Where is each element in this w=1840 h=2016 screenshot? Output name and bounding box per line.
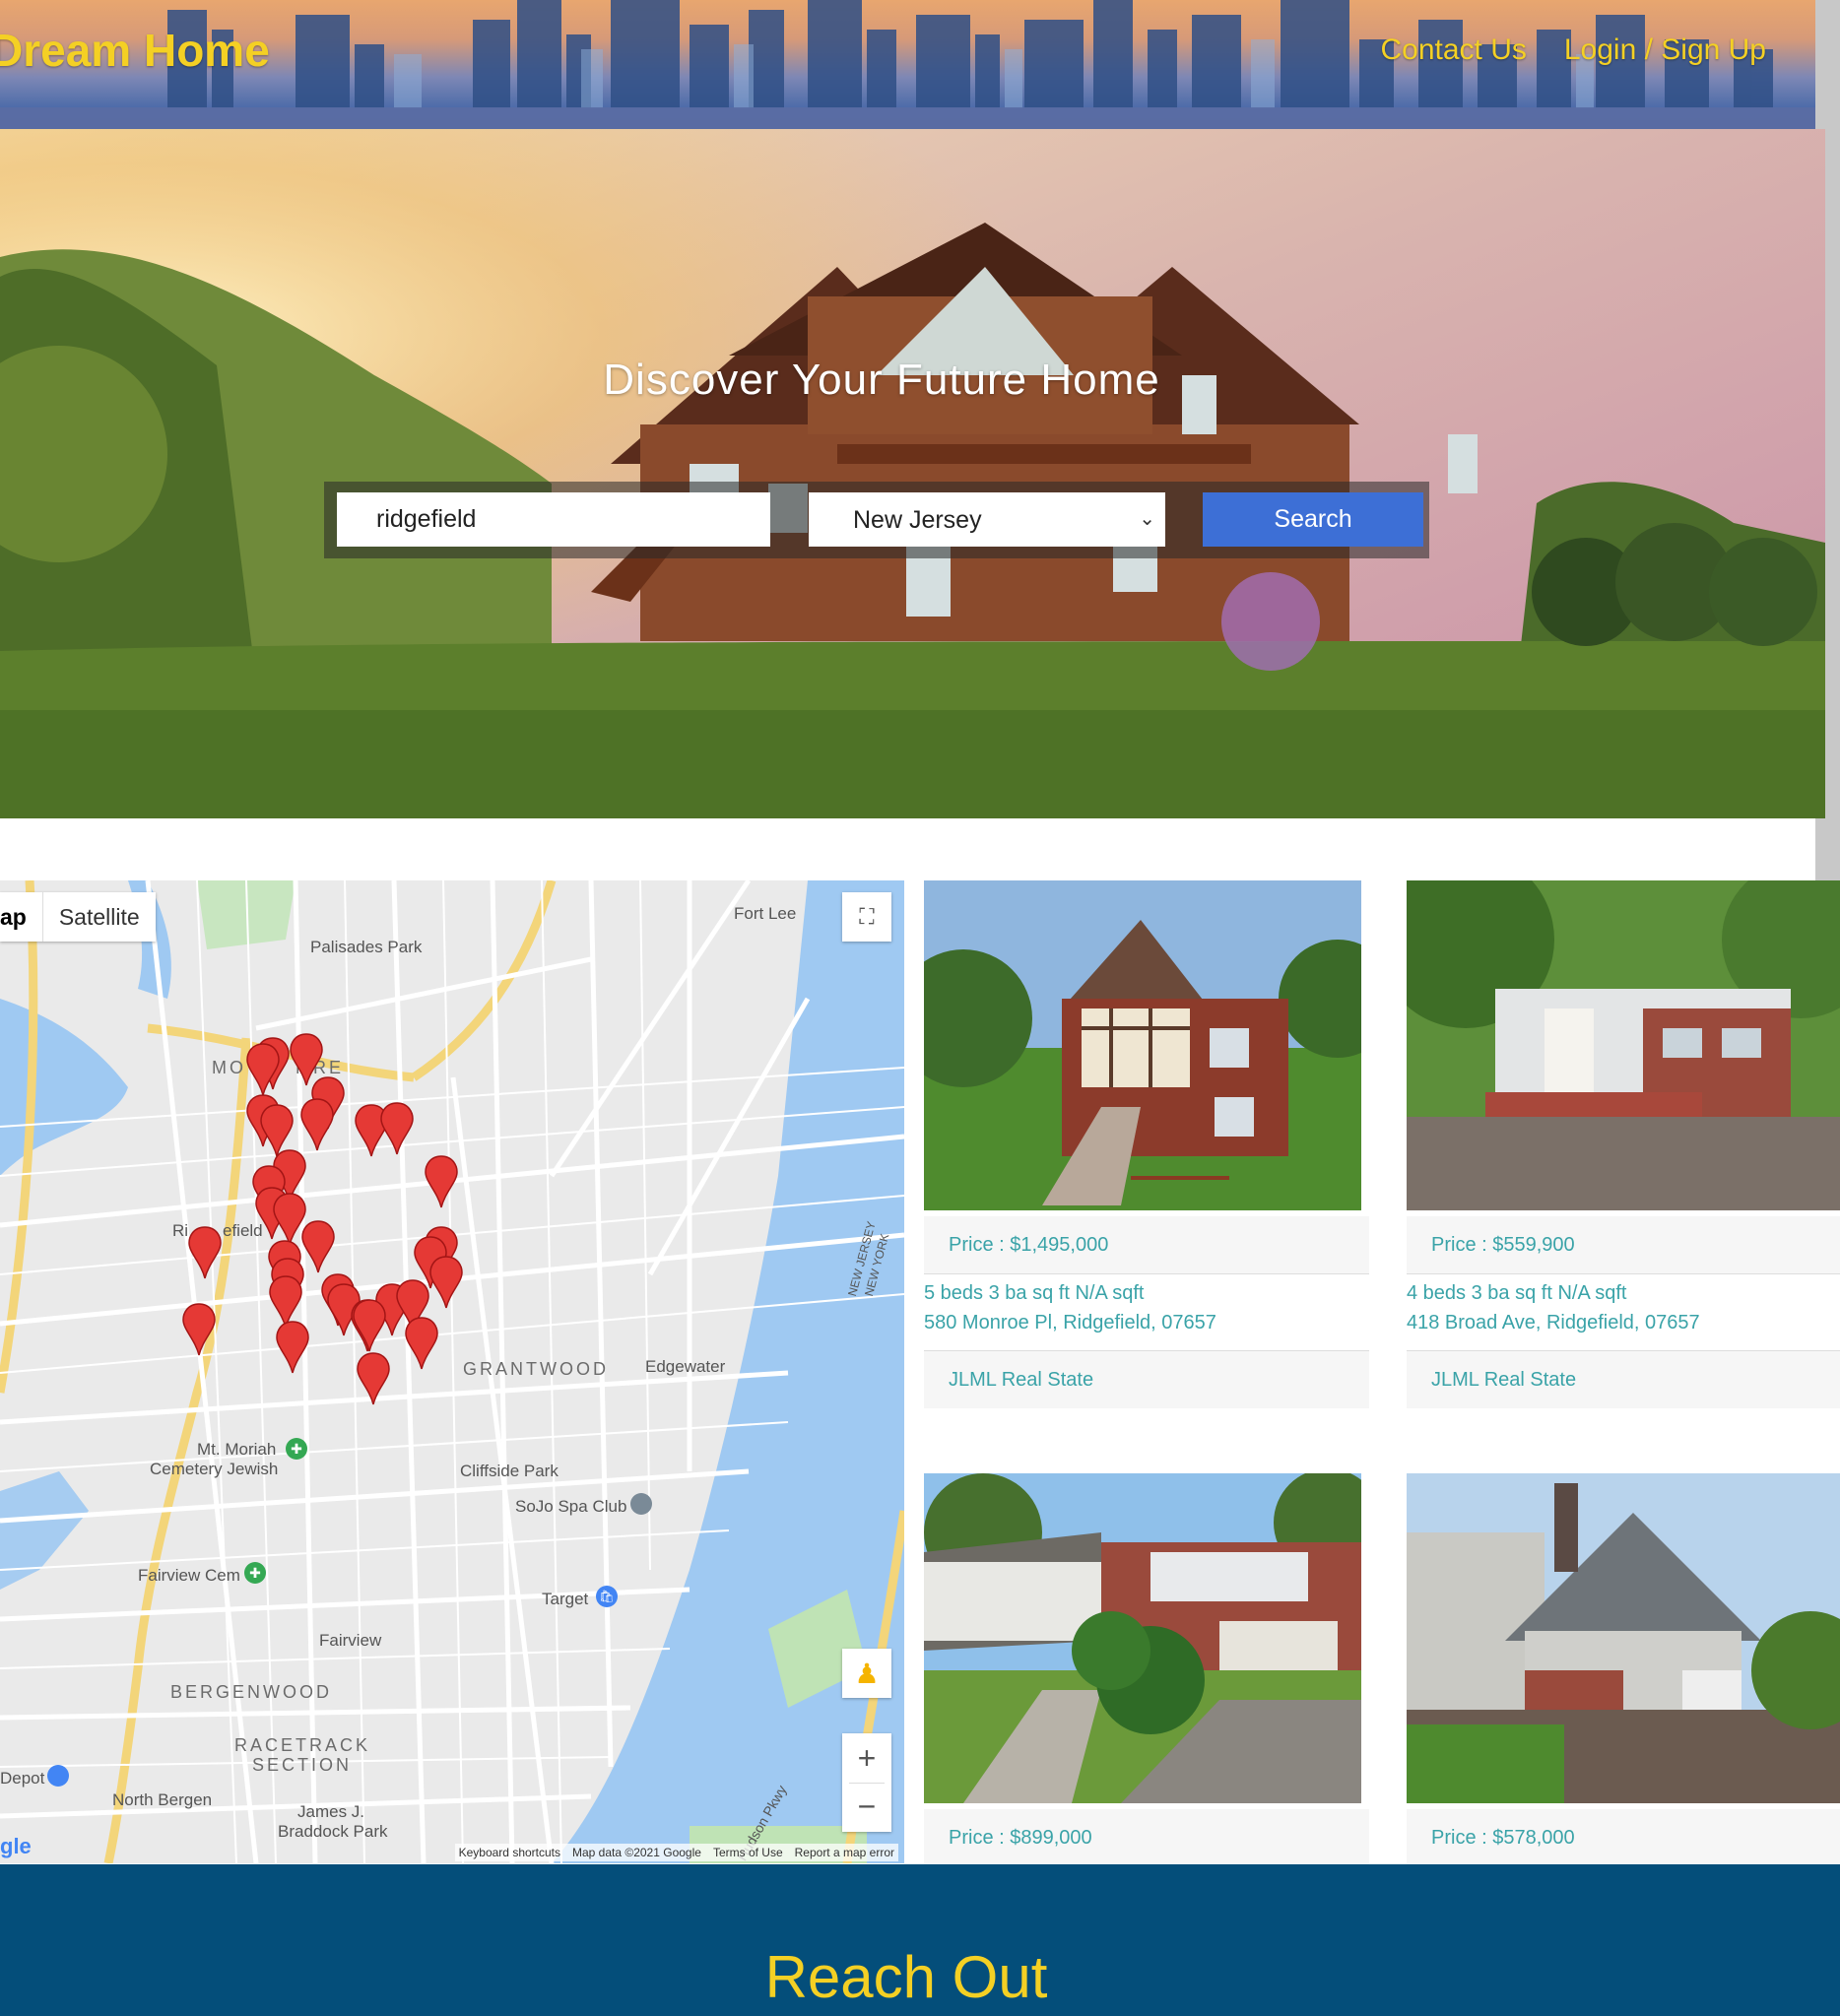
hero-banner: Discover Your Future Home New Jersey ⌄ S… [0, 129, 1825, 818]
listing-price: Price : $578,000 [1431, 1827, 1575, 1849]
search-form: New Jersey ⌄ Search [324, 482, 1429, 558]
listing-price: Price : $899,000 [949, 1827, 1092, 1849]
state-select-value: New Jersey [853, 506, 982, 534]
listing-price: Price : $559,900 [1431, 1234, 1575, 1256]
reach-out-title: Reach Out [764, 1944, 1048, 2010]
property-markers[interactable] [0, 880, 904, 1863]
listing-agency-bar: JLML Real State [924, 1350, 1369, 1408]
listing-photo[interactable] [1407, 1473, 1840, 1803]
listing-address[interactable]: 580 Monroe Pl, Ridgefield, 07657 [924, 1308, 1369, 1337]
listing-agency-bar: JLML Real State [1407, 1350, 1840, 1408]
hero-house-photo [0, 129, 1825, 818]
listing-specs: 4 beds 3 ba sq ft N/A sqft [1407, 1282, 1627, 1304]
listing-photo[interactable] [1407, 880, 1840, 1210]
listing-specs: 5 beds 3 ba sq ft N/A sqft [924, 1282, 1145, 1304]
listing-address[interactable]: 418 Broad Ave, Ridgefield, 07657 [1407, 1308, 1840, 1337]
report-map-error-link[interactable]: Report a map error [795, 1846, 894, 1859]
zoom-in-button[interactable]: + [858, 1733, 877, 1783]
map-attribution: Keyboard shortcuts Map data ©2021 Google… [454, 1844, 898, 1861]
listing-price-bar: Price : $1,495,000 [924, 1216, 1369, 1274]
top-nav: Contact Us Login / Sign Up [1380, 33, 1766, 67]
site-logo[interactable]: Dream Home [0, 24, 270, 77]
listing-photo[interactable] [924, 1473, 1361, 1803]
state-select[interactable]: New Jersey ⌄ [809, 492, 1165, 547]
listing-price-bar: Price : $899,000 [924, 1809, 1369, 1864]
zoom-control: + − [842, 1733, 891, 1832]
listing-photo[interactable] [924, 880, 1361, 1210]
header-bottom-bar [0, 107, 1825, 129]
listing-details: 4 beds 3 ba sq ft N/A sqft 418 Broad Ave… [1407, 1278, 1840, 1337]
listing-agency[interactable]: JLML Real State [949, 1369, 1093, 1392]
listing-price-bar: Price : $559,900 [1407, 1216, 1840, 1274]
listing-agency[interactable]: JLML Real State [1431, 1369, 1576, 1392]
search-button[interactable]: Search [1203, 492, 1423, 547]
listing-price-bar: Price : $578,000 [1407, 1809, 1840, 1864]
listing-card[interactable]: Price : $899,000 [924, 1473, 1369, 1864]
listings-map[interactable]: ap Satellite ⛶ Palisades Park Fort Lee M… [0, 880, 904, 1863]
listing-card[interactable]: Price : $578,000 [1407, 1473, 1840, 1864]
keyboard-shortcuts-link[interactable]: Keyboard shortcuts [459, 1846, 560, 1859]
map-data-text: Map data ©2021 Google [572, 1846, 701, 1859]
terms-of-use-link[interactable]: Terms of Use [713, 1846, 783, 1859]
zoom-out-button[interactable]: − [849, 1783, 885, 1832]
street-view-pegman-icon[interactable]: ♟ [842, 1649, 891, 1698]
reach-out-section: Reach Out [0, 1864, 1840, 2016]
nav-login-signup[interactable]: Login / Sign Up [1564, 33, 1766, 67]
city-search-input[interactable] [337, 492, 770, 547]
hero-title: Discover Your Future Home [603, 356, 1160, 404]
site-header: Dream Home Contact Us Login / Sign Up [0, 0, 1825, 129]
chevron-down-icon: ⌄ [1139, 508, 1155, 530]
listing-details: 5 beds 3 ba sq ft N/A sqft 580 Monroe Pl… [924, 1278, 1369, 1337]
listing-card[interactable]: Price : $1,495,000 5 beds 3 ba sq ft N/A… [924, 880, 1369, 1412]
listing-price: Price : $1,495,000 [949, 1234, 1109, 1256]
nav-contact-us[interactable]: Contact Us [1380, 33, 1526, 67]
listing-card[interactable]: Price : $559,900 4 beds 3 ba sq ft N/A s… [1407, 880, 1840, 1412]
map-marker [182, 1033, 463, 1405]
